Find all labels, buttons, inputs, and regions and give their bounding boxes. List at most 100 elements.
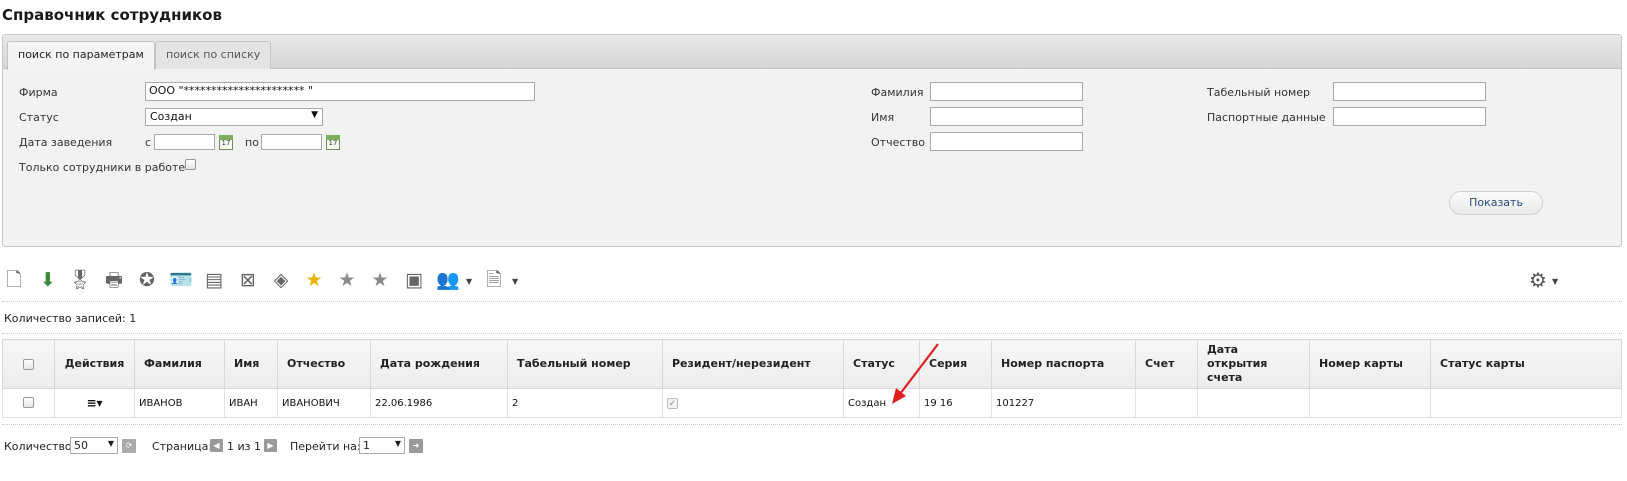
surname-label: Фамилия	[871, 86, 924, 99]
only-active-checkbox[interactable]	[185, 159, 196, 170]
col-card-number[interactable]: Номер карты	[1309, 339, 1431, 389]
patronymic-input[interactable]	[930, 132, 1083, 151]
passport-input[interactable]	[1333, 107, 1486, 126]
goto-page-select[interactable]: 1 ▼	[359, 437, 405, 454]
users-icon[interactable]: 👥	[436, 268, 460, 292]
next-page-icon[interactable]: ▶	[264, 439, 277, 452]
page-size-value: 50	[74, 439, 88, 452]
col-resident[interactable]: Резидент/нерезидент	[662, 339, 844, 389]
award-check-icon[interactable]: ✪	[135, 268, 159, 292]
firm-label: Фирма	[19, 86, 58, 99]
gear-icon[interactable]: ⚙	[1526, 268, 1550, 292]
prev-page-icon[interactable]: ◀	[210, 439, 223, 452]
page-label: Страница:	[152, 440, 213, 453]
calendar-icon[interactable]: 17	[326, 135, 340, 150]
date-from-input[interactable]	[154, 134, 215, 150]
toolbar: 🗋 ⬇ 🎖 🖶 ✪ 🪪 ▤ ⊠ ◈ ★ ★ ★ ▣ 👥 ▼ 🗎 ▼ ⚙ ▼	[2, 264, 1622, 298]
cell-tab-number: 2	[507, 388, 663, 418]
col-birth-date[interactable]: Дата рождения	[370, 339, 508, 389]
col-passport-number[interactable]: Номер паспорта	[991, 339, 1136, 389]
star-icon[interactable]: ★	[302, 268, 326, 292]
row-checkbox[interactable]	[23, 397, 34, 409]
col-tab-number[interactable]: Табельный номер	[507, 339, 663, 389]
search-tabs: поиск по параметрам поиск по списку	[3, 35, 1621, 70]
search-panel: поиск по параметрам поиск по списку Фирм…	[2, 34, 1622, 247]
calendar-icon[interactable]: 17	[219, 135, 233, 150]
status-select[interactable]: Создан ▼	[145, 108, 323, 126]
select-all-header	[2, 339, 55, 389]
patronymic-label: Отчество	[871, 136, 926, 149]
status-label: Статус	[19, 111, 59, 124]
col-patronymic[interactable]: Отчество	[277, 339, 371, 389]
annotation-arrow-icon	[892, 343, 939, 404]
passport-label: Паспортные данные	[1207, 111, 1326, 124]
col-card-status[interactable]: Статус карты	[1430, 339, 1622, 389]
document-icon[interactable]: 🗎	[482, 268, 506, 292]
refresh-icon[interactable]: ⟳	[122, 439, 136, 453]
id-card-icon[interactable]: 🪪	[169, 268, 193, 292]
cell-resident: ✓	[662, 388, 844, 418]
col-account[interactable]: Счет	[1135, 339, 1198, 389]
divider	[2, 424, 1622, 425]
card-stack-icon[interactable]: ◈	[269, 268, 293, 292]
chevron-down-icon: ▼	[394, 439, 401, 448]
divider	[2, 333, 1622, 334]
go-arrow-icon[interactable]: ➜	[409, 439, 423, 453]
date-to-input[interactable]	[261, 134, 322, 150]
col-actions[interactable]: Действия	[54, 339, 135, 389]
resident-checkbox-checked: ✓	[667, 397, 678, 409]
page-size-label: Количество:	[4, 440, 76, 453]
cell-card-number	[1309, 388, 1431, 418]
col-name[interactable]: Имя	[224, 339, 278, 389]
chevron-down-icon: ▼	[107, 439, 114, 448]
new-document-icon[interactable]: 🗋	[2, 268, 26, 292]
cell-patronymic: ИВАНОВИЧ	[277, 388, 371, 418]
download-icon[interactable]: ⬇	[36, 268, 60, 292]
cell-name: ИВАН	[224, 388, 278, 418]
cell-surname: ИВАНОВ	[134, 388, 225, 418]
divider	[2, 301, 1622, 302]
status-select-value: Создан	[150, 110, 192, 123]
date-to-label: по	[245, 136, 259, 149]
tab-search-by-params[interactable]: поиск по параметрам	[7, 41, 155, 70]
print-icon[interactable]: 🖶	[102, 268, 126, 292]
cell-account-open-date	[1197, 388, 1310, 418]
chevron-down-icon[interactable]: ▼	[466, 277, 472, 286]
row-select-cell	[2, 388, 55, 418]
tab-search-by-list[interactable]: поиск по списку	[155, 41, 272, 69]
page-indicator: 1 из 1	[227, 440, 261, 453]
only-active-label: Только сотрудники в работе	[19, 161, 186, 174]
chevron-down-icon[interactable]: ▼	[1552, 277, 1558, 286]
col-surname[interactable]: Фамилия	[134, 339, 225, 389]
employees-table: Действия Фамилия Имя Отчество Дата рожде…	[2, 339, 1622, 418]
id-card-photo-icon[interactable]: ▣	[402, 268, 426, 292]
goto-label: Перейти на:	[290, 440, 361, 453]
star-remove-icon[interactable]: ★	[368, 268, 392, 292]
chevron-down-icon[interactable]: ▼	[512, 277, 518, 286]
page-size-select[interactable]: 50 ▼	[70, 437, 118, 454]
name-label: Имя	[871, 111, 895, 124]
show-button[interactable]: Показать	[1449, 191, 1543, 215]
select-all-checkbox[interactable]	[23, 358, 34, 370]
page-title: Справочник сотрудников	[2, 6, 222, 24]
goto-page-value: 1	[363, 439, 370, 452]
name-input[interactable]	[930, 107, 1083, 126]
chevron-down-icon: ▼	[311, 110, 318, 120]
award-icon[interactable]: 🎖	[68, 268, 92, 292]
date-label: Дата заведения	[19, 136, 113, 149]
row-actions-menu-icon[interactable]: ≡▾	[54, 388, 135, 418]
date-from-label: с	[145, 136, 152, 149]
table-row[interactable]: ≡▾ ИВАНОВ ИВАН ИВАНОВИЧ 22.06.1986 2 ✓ С…	[2, 388, 1622, 418]
surname-input[interactable]	[930, 82, 1083, 101]
tab-number-input[interactable]	[1333, 82, 1486, 101]
records-count: Количество записей: 1	[4, 312, 137, 325]
col-account-open-date[interactable]: Дата открытия счета	[1197, 339, 1310, 389]
card-delete-icon[interactable]: ⊠	[236, 268, 260, 292]
cell-birth-date: 22.06.1986	[370, 388, 508, 418]
cell-passport-number: 101227	[991, 388, 1136, 418]
id-card-2-icon[interactable]: ▤	[202, 268, 226, 292]
cell-account	[1135, 388, 1198, 418]
star-add-icon[interactable]: ★	[335, 268, 359, 292]
firm-input[interactable]: ООО "********************** "	[145, 82, 535, 101]
cell-card-status	[1430, 388, 1622, 418]
